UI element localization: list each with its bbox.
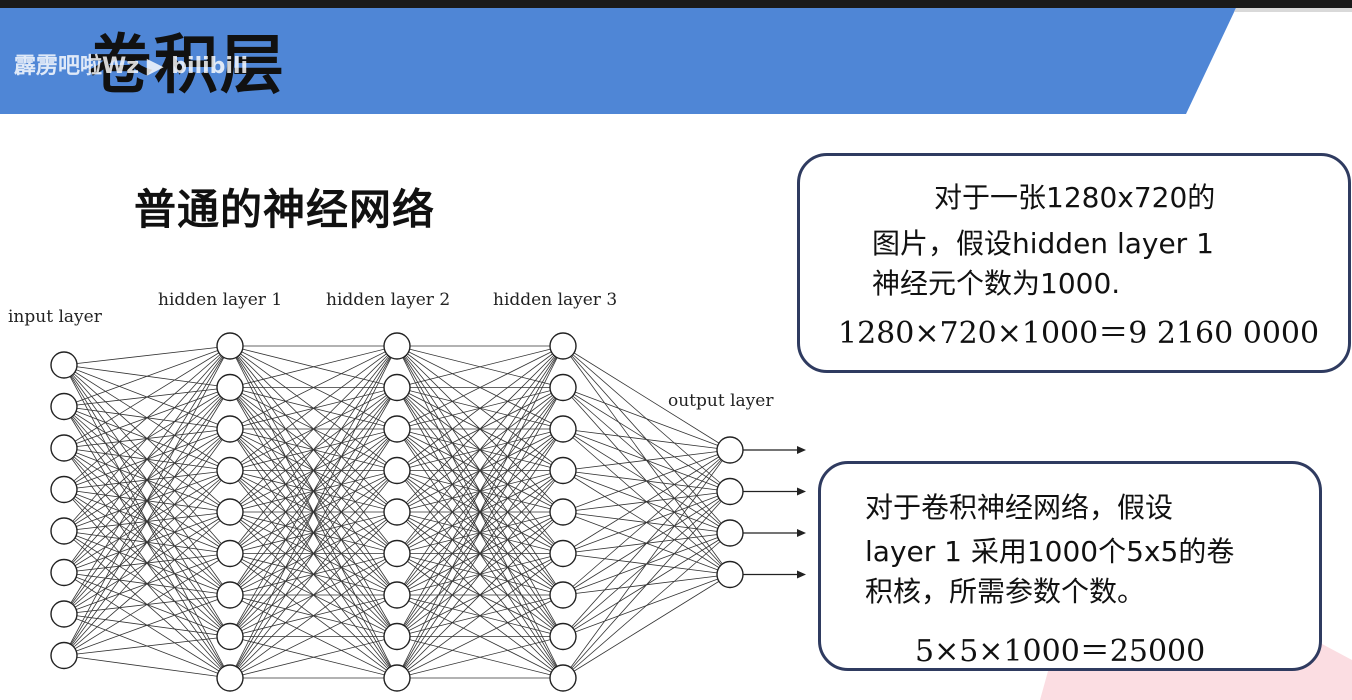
network-node <box>50 641 78 670</box>
network-node <box>50 475 78 504</box>
layer-label-output: output layer <box>668 391 774 411</box>
network-edge <box>562 449 731 637</box>
network-node <box>383 664 411 692</box>
network-node <box>216 373 244 402</box>
output-arrow-head <box>797 487 806 496</box>
network-node <box>383 332 411 360</box>
box1-line-3: 神经元个数为1000. <box>872 267 1121 300</box>
network-node <box>50 600 78 628</box>
network-node <box>216 498 244 526</box>
layer-label-input: input layer <box>8 307 103 327</box>
network-node <box>716 436 744 464</box>
output-arrow-head <box>797 446 806 454</box>
network-node <box>716 519 744 547</box>
network-node <box>716 477 744 506</box>
network-node <box>716 560 744 589</box>
network-node <box>216 664 244 692</box>
network-node <box>383 456 411 485</box>
network-node <box>383 622 411 651</box>
network-edge <box>562 449 731 471</box>
network-edge <box>63 345 231 573</box>
network-edge <box>562 574 731 679</box>
network-node <box>216 415 244 443</box>
network-node <box>216 456 244 485</box>
network-node <box>383 539 411 568</box>
box1-line-2: 图片，假设hidden layer 1 <box>872 227 1214 260</box>
network-edge <box>63 655 231 679</box>
network-node <box>50 434 78 462</box>
layer-label-hidden-1: hidden layer 1 <box>158 290 282 310</box>
box2-line-3: 积核，所需参数个数。 <box>865 575 1146 608</box>
network-node <box>549 581 577 609</box>
network-node <box>549 498 577 526</box>
network-edge <box>63 345 231 490</box>
box2-formula: 5×5×1000＝25000 <box>915 634 1206 669</box>
network-node <box>216 332 244 360</box>
network-edge <box>562 449 731 596</box>
network-node <box>50 351 78 379</box>
network-edge <box>562 532 731 679</box>
network-edge <box>562 449 731 513</box>
box1-line-1: 对于一张1280x720的 <box>934 181 1216 214</box>
network-edge <box>562 491 731 679</box>
network-node <box>549 539 577 568</box>
network-node <box>383 498 411 526</box>
output-arrow-head <box>797 529 806 537</box>
network-node <box>216 622 244 651</box>
network-node <box>383 581 411 609</box>
network-node <box>549 415 577 443</box>
network-node <box>549 664 577 692</box>
layer-label-hidden-2: hidden layer 2 <box>326 290 450 310</box>
neural-network-diagram: input layer hidden layer 1 hidden layer … <box>8 290 806 692</box>
network-edge <box>63 345 231 656</box>
output-arrow-head <box>797 570 806 579</box>
network-node <box>216 539 244 568</box>
layer-label-hidden-3: hidden layer 3 <box>493 290 617 310</box>
network-edge <box>63 428 231 656</box>
network-node <box>549 622 577 651</box>
window-top-bar <box>0 0 1352 8</box>
watermark-logo: 霹雳吧啦Wz ▶ bilibili <box>14 54 249 79</box>
network-node <box>50 392 78 421</box>
network-node <box>383 373 411 402</box>
network-edge <box>63 511 231 656</box>
network-node <box>50 517 78 545</box>
network-node <box>216 581 244 609</box>
network-edge <box>562 428 731 451</box>
box2-line-2: layer 1 采用1000个5x5的卷 <box>865 535 1235 568</box>
box2-line-1: 对于卷积神经网络，假设 <box>865 491 1174 524</box>
network-node <box>549 456 577 485</box>
network-node <box>549 373 577 402</box>
network-node <box>383 415 411 443</box>
box1-formula: 1280×720×1000＝9 2160 0000 <box>838 316 1320 351</box>
slide-subtitle: 普通的神经网络 <box>134 185 436 234</box>
network-nodes <box>50 332 744 692</box>
info-box-convolution: 对于卷积神经网络，假设 layer 1 采用1000个5x5的卷 积核，所需参数… <box>818 461 1322 671</box>
network-node <box>50 558 78 587</box>
info-box-fully-connected: 对于一张1280x720的 图片，假设hidden layer 1 神经元个数为… <box>797 153 1351 373</box>
output-arrows <box>743 446 806 579</box>
network-node <box>549 332 577 360</box>
network-edge <box>562 449 731 679</box>
network-edge <box>562 449 731 554</box>
